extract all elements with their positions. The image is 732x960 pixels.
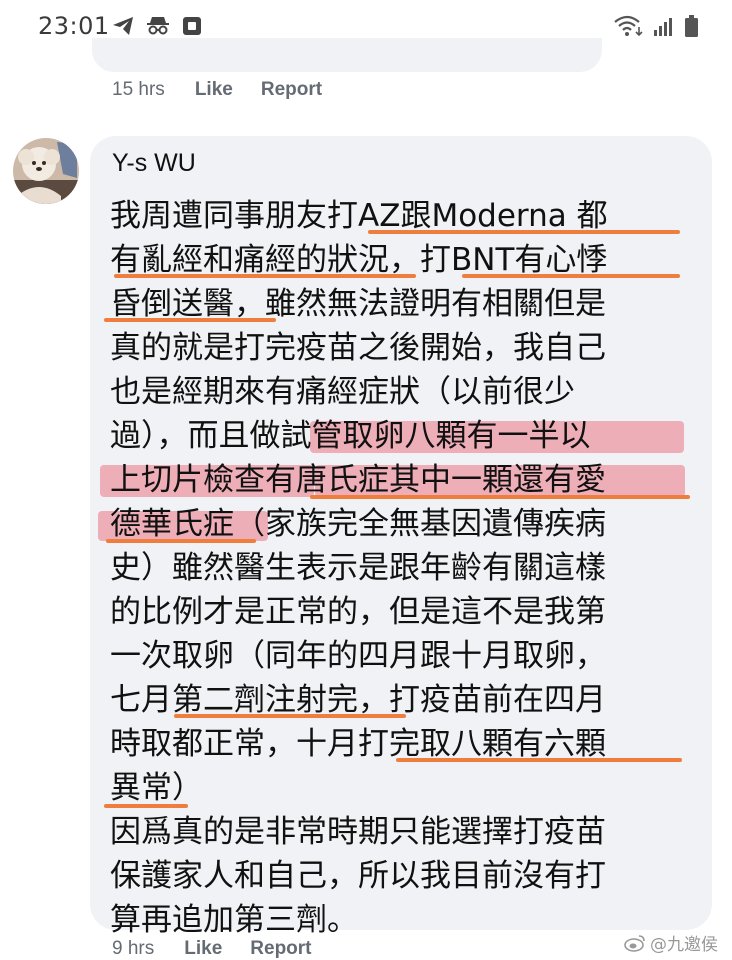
comment-line: 史）雖然醫生表示是跟年齡有關這樣 (110, 550, 606, 586)
previous-comment-bubble (92, 38, 602, 72)
watermark-text: @九邀侯 (650, 935, 718, 955)
comment-line: 算再追加第三劑。 (110, 902, 358, 938)
status-icons-right (613, 15, 698, 37)
wifi-icon (614, 15, 643, 37)
avatar[interactable] (13, 138, 79, 204)
comment-line: 時取都正常，十月打完取八顆有六顆 (110, 722, 690, 766)
comment-line: 也是經期來有痛經症狀（以前很少 (110, 374, 575, 410)
status-icons-left (112, 15, 202, 37)
comment-line: 七月第二劑注射完，打疫苗前在四月 (110, 682, 606, 718)
comment-line: 一次取卵（同年的四月跟十月取卵， (110, 638, 606, 674)
like-button[interactable]: Like (184, 938, 222, 960)
comment-line: 昏倒送醫，雖然無法證明有相關但是 (104, 282, 690, 326)
comment-text: 我周遭同事朋友打AZ跟Moderna 都 有亂經和痛經的狀況，打BNT有心悸 昏… (98, 194, 690, 942)
comment-line: 異常） (104, 766, 690, 810)
comment-timestamp: 9 hrs (112, 938, 155, 959)
weibo-icon (624, 934, 645, 952)
screenshot-icon (183, 17, 201, 35)
signal-icon (654, 18, 672, 36)
comment-line: 有亂經和痛經的狀況，打BNT有心悸 (110, 238, 690, 282)
comment-line: 我周遭同事朋友打AZ跟Moderna 都 (110, 194, 690, 238)
comment-author[interactable]: Y-s WU (112, 149, 196, 178)
comment-line: 的比例才是正常的，但是這不是我第 (110, 594, 606, 630)
previous-comment-actions: 15 hrs Like Report (112, 79, 350, 101)
telegram-icon (113, 17, 133, 35)
comment-actions: 9 hrs Like Report (112, 938, 340, 960)
spy-icon (147, 17, 169, 35)
comment-line: 過），而且做試管取卵八顆有一半以 (110, 414, 690, 458)
comment-line: 上切片檢查有唐氏症其中一顆還有愛 (100, 458, 690, 502)
comment-timestamp: 15 hrs (112, 79, 165, 100)
comment-line: 保護家人和自己，所以我目前沒有打 (110, 858, 606, 894)
status-time: 23:01 (38, 12, 110, 40)
report-button[interactable]: Report (250, 938, 311, 960)
comment-line: 德華氏症（家族完全無基因遺傳疾病 (98, 502, 690, 546)
report-button[interactable]: Report (261, 79, 322, 101)
battery-icon (685, 15, 698, 37)
comment-line: 真的就是打完疫苗之後開始，我自己 (110, 330, 606, 366)
like-button[interactable]: Like (195, 79, 233, 101)
watermark: @九邀侯 (624, 930, 718, 955)
comment-line: 因爲真的是非常時期只能選擇打疫苗 (110, 814, 606, 850)
